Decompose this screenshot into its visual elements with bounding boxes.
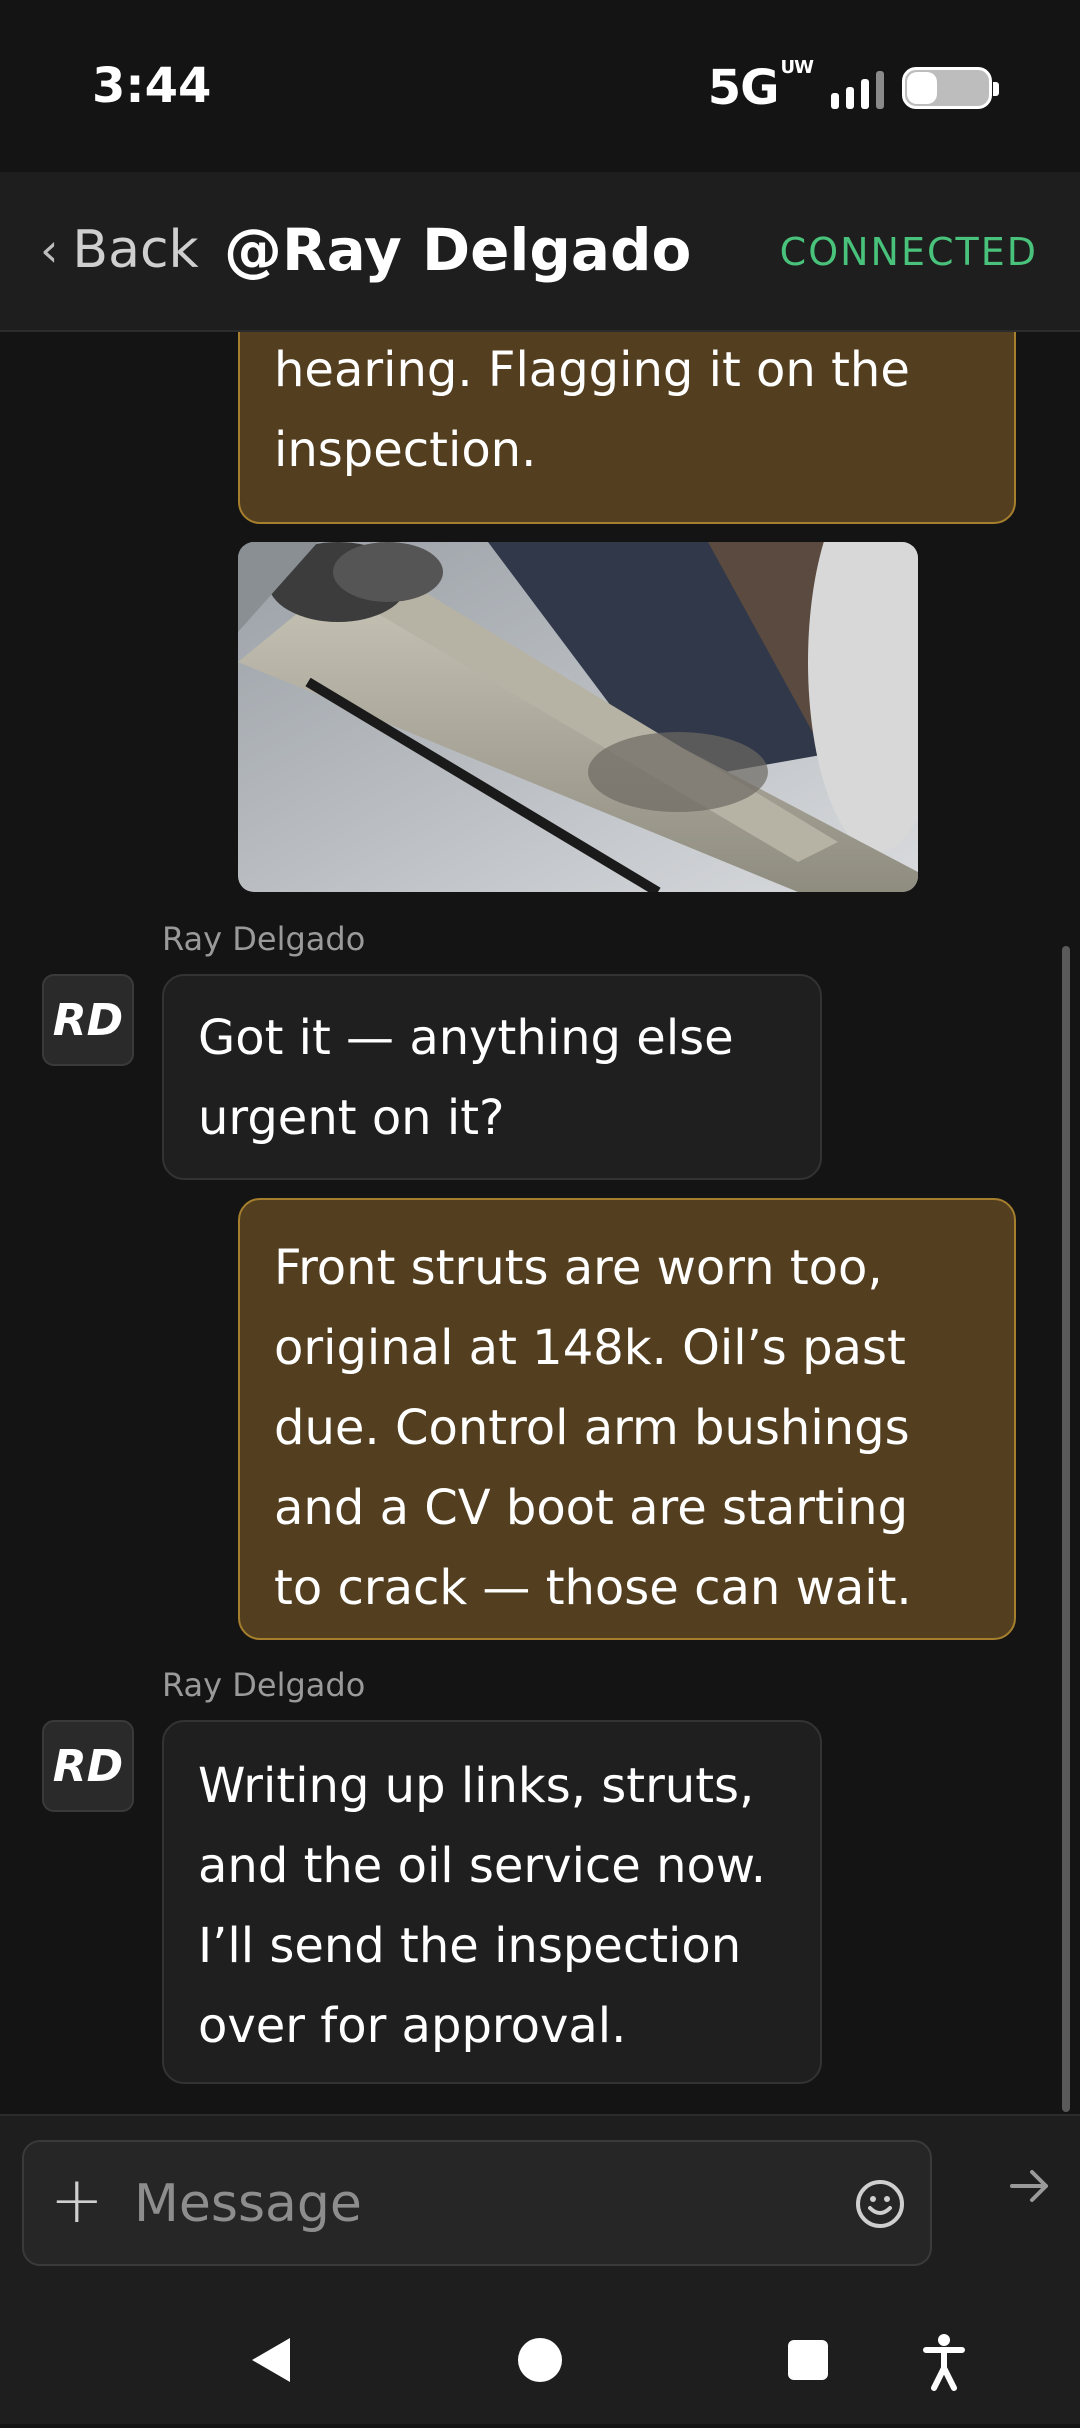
message-line: urgent on it?: [198, 1090, 505, 1146]
nav-recents-icon[interactable]: [788, 2340, 828, 2380]
nav-buttons: [252, 2334, 965, 2391]
scrollbar[interactable]: [1062, 946, 1070, 2112]
network-sup: UW: [780, 57, 814, 78]
network-indicator: 5G UW: [707, 57, 814, 117]
sender-name: Ray Delgado: [162, 920, 366, 958]
message-placeholder[interactable]: Message: [134, 2174, 362, 2234]
photo-attachment[interactable]: [238, 542, 918, 892]
message-input[interactable]: + Message: [22, 2140, 932, 2266]
message-line: to crack — those can wait.: [274, 1560, 912, 1616]
message-line: over for approval.: [198, 1998, 627, 2054]
message-line: Got it — anything else: [198, 1010, 734, 1066]
suspension-photo: [238, 542, 918, 892]
system-navigation-bar: [0, 2304, 1080, 2424]
connection-status: CONNECTED: [779, 230, 1038, 274]
message-line: due. Control arm bushings: [274, 1400, 910, 1456]
message-line: Front struts are worn too,: [274, 1240, 883, 1296]
message-line: inspection.: [274, 422, 537, 478]
message-line: hearing. Flagging it on the: [274, 342, 910, 398]
outgoing-message: hearing. Flagging it on the inspection.: [238, 332, 1016, 524]
send-arrow-icon[interactable]: [1010, 2168, 1050, 2208]
chat-header: ‹ Back @Ray Delgado CONNECTED: [0, 172, 1080, 332]
avatar[interactable]: RD: [42, 974, 134, 1066]
battery-icon: [902, 67, 999, 109]
status-time: 3:44: [92, 58, 212, 114]
chat-title: @Ray Delgado: [224, 216, 692, 284]
message-line: Writing up links, struts,: [198, 1758, 755, 1814]
message-composer: + Message: [0, 2114, 1080, 2304]
message-line: original at 148k. Oil’s past: [274, 1320, 906, 1376]
incoming-message: Got it — anything else urgent on it?: [162, 974, 822, 1180]
message-line: and a CV boot are starting: [274, 1480, 909, 1536]
message-line: I’ll send the inspection: [198, 1918, 742, 1974]
nav-home-icon[interactable]: [518, 2338, 562, 2382]
incoming-message: Writing up links, struts, and the oil se…: [162, 1720, 822, 2084]
back-label: Back: [72, 220, 199, 280]
nav-back-icon[interactable]: [252, 2338, 290, 2382]
back-button[interactable]: ‹ Back: [40, 220, 199, 280]
accessibility-icon[interactable]: [923, 2334, 965, 2391]
status-indicators: 5G UW: [707, 57, 999, 117]
signal-icon: [831, 67, 884, 109]
network-type: 5G: [707, 60, 780, 116]
avatar[interactable]: RD: [42, 1720, 134, 1812]
message-list[interactable]: hearing. Flagging it on the inspection.: [0, 332, 1080, 2114]
plus-icon[interactable]: +: [50, 2164, 104, 2238]
status-bar: 3:44 5G UW: [0, 0, 1080, 172]
chevron-left-icon: ‹: [40, 223, 59, 277]
message-line: and the oil service now.: [198, 1838, 766, 1894]
sender-name: Ray Delgado: [162, 1666, 366, 1704]
outgoing-message: Front struts are worn too, original at 1…: [238, 1198, 1016, 1640]
emoji-icon[interactable]: [854, 2178, 906, 2234]
